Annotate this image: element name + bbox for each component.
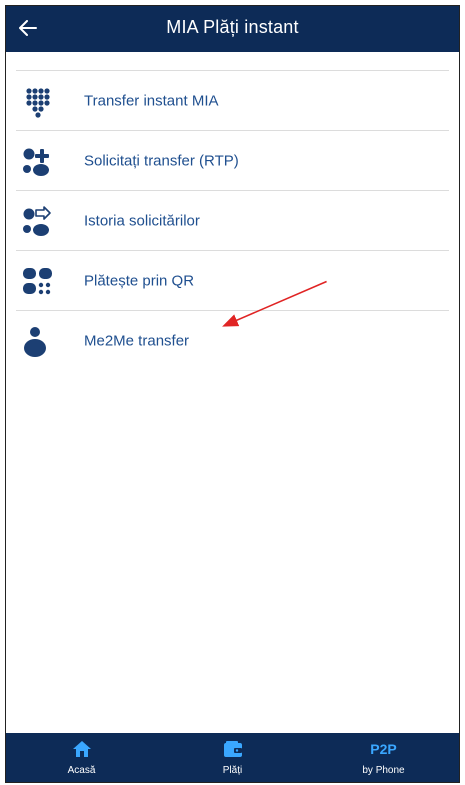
nav-payments-label: Plăți	[222, 765, 243, 776]
menu-item-label: Istoria solicitărilor	[84, 212, 200, 229]
nav-p2p-label: by Phone	[362, 765, 405, 776]
nav-p2p-by-phone[interactable]: P2P by Phone	[308, 733, 459, 782]
page-title: MIA Plăți instant	[166, 17, 299, 37]
bottom-navigation: Acasă Plăți P2P by Phone	[6, 733, 459, 782]
menu-item-transfer-instant[interactable]: Transfer instant MIA	[6, 71, 459, 130]
qr-pay-icon	[23, 267, 52, 294]
menu-item-label: Me2Me transfer	[84, 332, 190, 349]
menu-item-label: Transfer instant MIA	[84, 92, 219, 109]
nav-home[interactable]: Acasă	[6, 733, 157, 782]
menu-item-me2me[interactable]: Me2Me transfer	[6, 311, 459, 370]
p2p-badge: P2P	[370, 741, 397, 757]
menu-item-pay-qr[interactable]: Plătește prin QR	[6, 251, 459, 310]
menu-item-label: Solicitați transfer (RTP)	[84, 152, 239, 169]
nav-home-label: Acasă	[67, 765, 96, 776]
menu-item-label: Plătește prin QR	[84, 272, 195, 289]
keypad-dots-icon	[26, 87, 50, 118]
menu-item-request-history[interactable]: Istoria solicitărilor	[6, 191, 459, 250]
wallet-icon	[223, 740, 242, 757]
app-screen: MIA Plăți instant Transfer instant MIA S…	[5, 5, 460, 783]
request-history-icon	[23, 205, 51, 236]
app-bar: MIA Plăți instant	[6, 6, 459, 52]
person-icon	[24, 326, 46, 357]
menu-list: Transfer instant MIA Solicitați transfer…	[6, 70, 459, 370]
home-icon	[72, 741, 91, 757]
request-transfer-icon	[23, 148, 49, 176]
nav-payments[interactable]: Plăți	[157, 733, 308, 782]
menu-item-request-transfer[interactable]: Solicitați transfer (RTP)	[6, 131, 459, 190]
